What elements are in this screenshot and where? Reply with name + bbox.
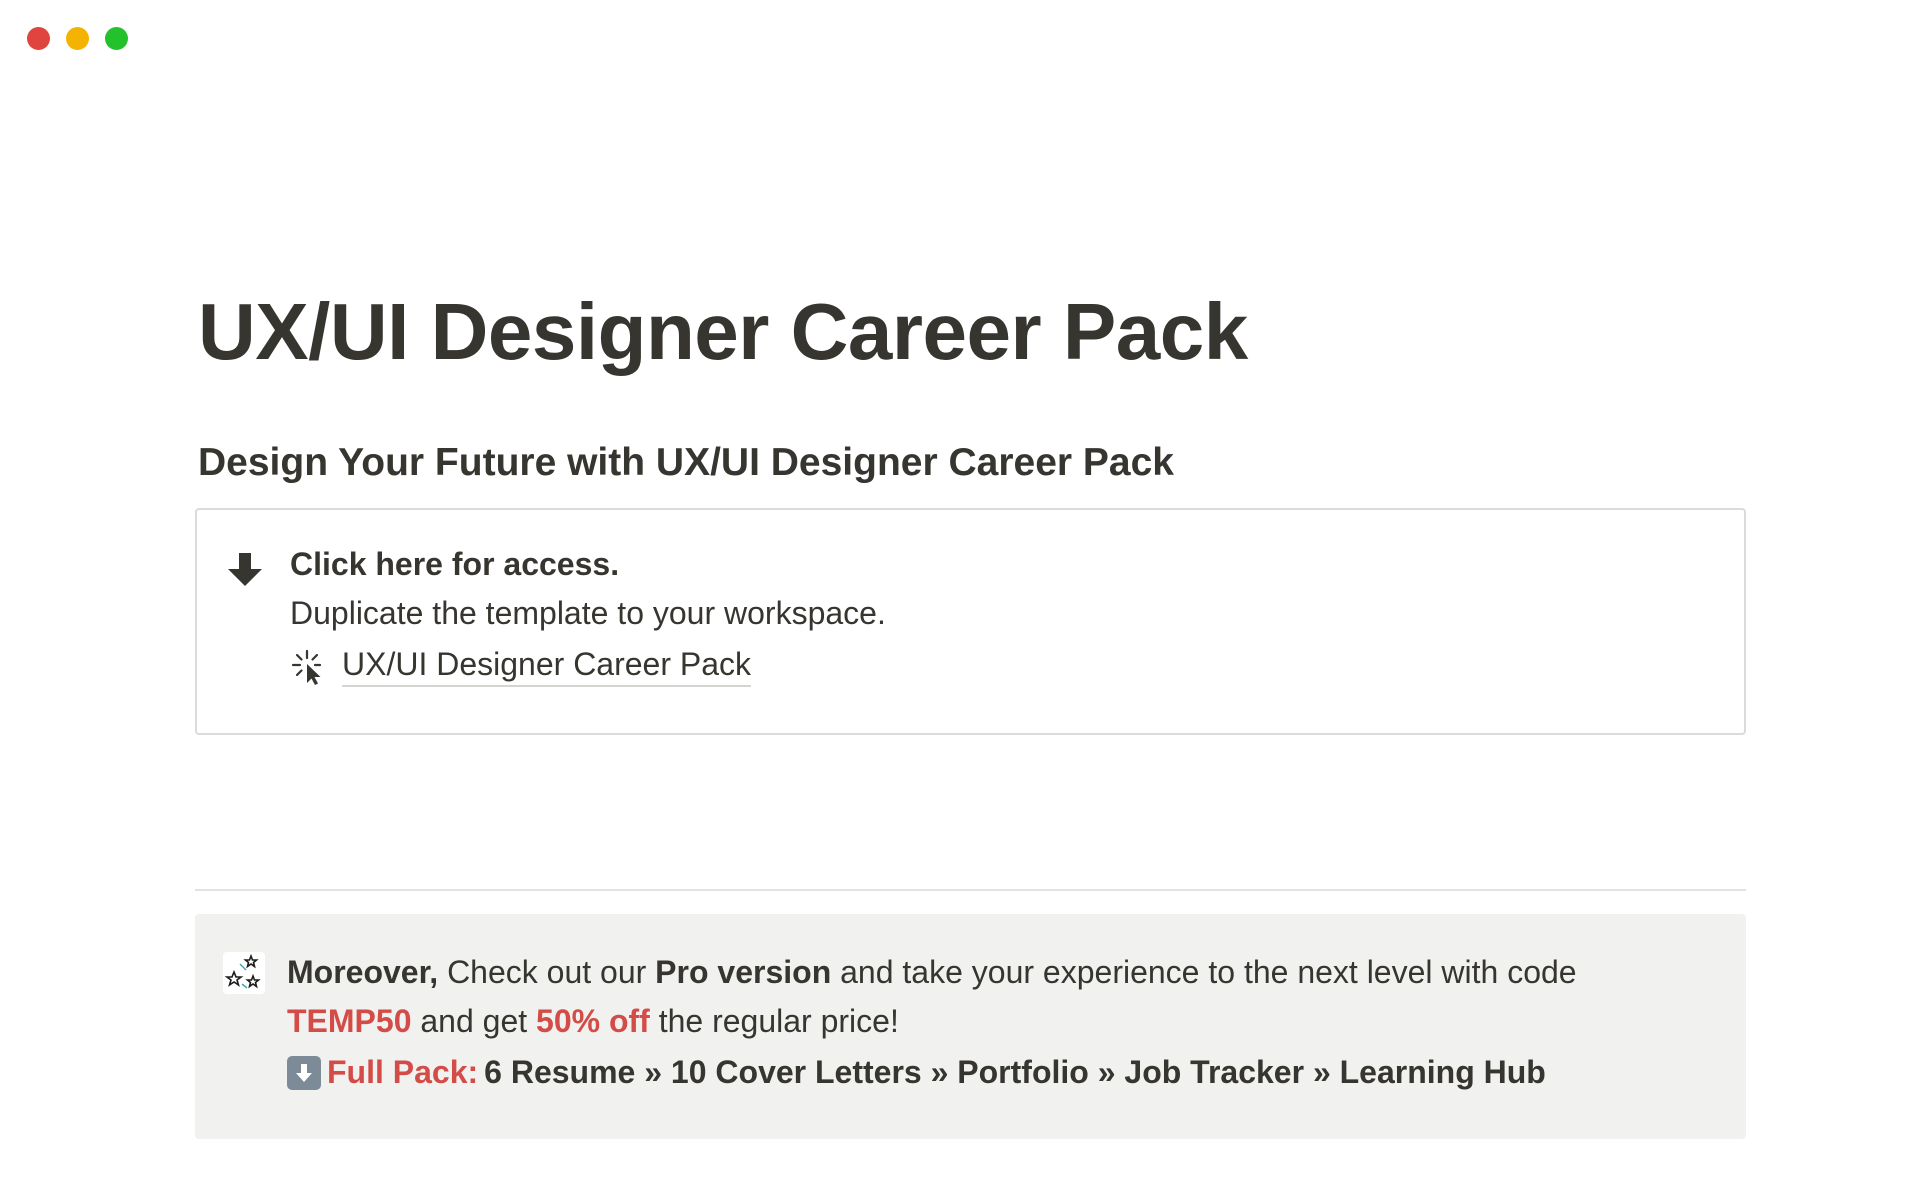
promo-text-4: the regular price! bbox=[649, 1003, 899, 1039]
promo-text-3: and get bbox=[411, 1003, 537, 1039]
sparkle-stars-icon bbox=[223, 952, 265, 994]
minimize-window-button[interactable] bbox=[66, 27, 89, 50]
promo-callout: Moreover, Check out our Pro version and … bbox=[195, 914, 1746, 1139]
access-description: Duplicate the template to your workspace… bbox=[290, 595, 886, 631]
maximize-window-button[interactable] bbox=[105, 27, 128, 50]
promo-code: TEMP50 bbox=[287, 1003, 412, 1039]
full-pack-items: 6 Resume » 10 Cover Letters » Portfolio … bbox=[484, 1054, 1546, 1090]
divider bbox=[195, 889, 1746, 891]
full-pack-label: Full Pack: bbox=[327, 1054, 479, 1090]
discount-label: 50% off bbox=[536, 1003, 650, 1039]
promo-text-1: Check out our bbox=[438, 954, 656, 990]
page-subheading: Design Your Future with UX/UI Designer C… bbox=[198, 441, 1174, 484]
template-link-label[interactable]: UX/UI Designer Career Pack bbox=[342, 646, 752, 687]
promo-lead: Moreover, bbox=[287, 954, 439, 990]
down-arrow-box-icon bbox=[287, 1055, 321, 1090]
promo-text-2: and take your experience to the next lev… bbox=[831, 954, 1577, 990]
arrow-down-icon bbox=[228, 553, 262, 586]
template-link[interactable]: UX/UI Designer Career Pack bbox=[290, 646, 752, 687]
pro-version-label: Pro version bbox=[655, 954, 832, 990]
access-title: Click here for access. bbox=[290, 546, 620, 582]
window-controls bbox=[27, 27, 128, 50]
full-pack-line: Full Pack: 6 Resume » 10 Cover Letters »… bbox=[287, 1054, 1546, 1091]
promo-text: Moreover, Check out our Pro version and … bbox=[287, 948, 1687, 1046]
click-cursor-icon bbox=[291, 649, 322, 685]
page-title: UX/UI Designer Career Pack bbox=[198, 287, 1248, 376]
close-window-button[interactable] bbox=[27, 27, 50, 50]
access-callout-box: Click here for access. Duplicate the tem… bbox=[195, 508, 1746, 735]
